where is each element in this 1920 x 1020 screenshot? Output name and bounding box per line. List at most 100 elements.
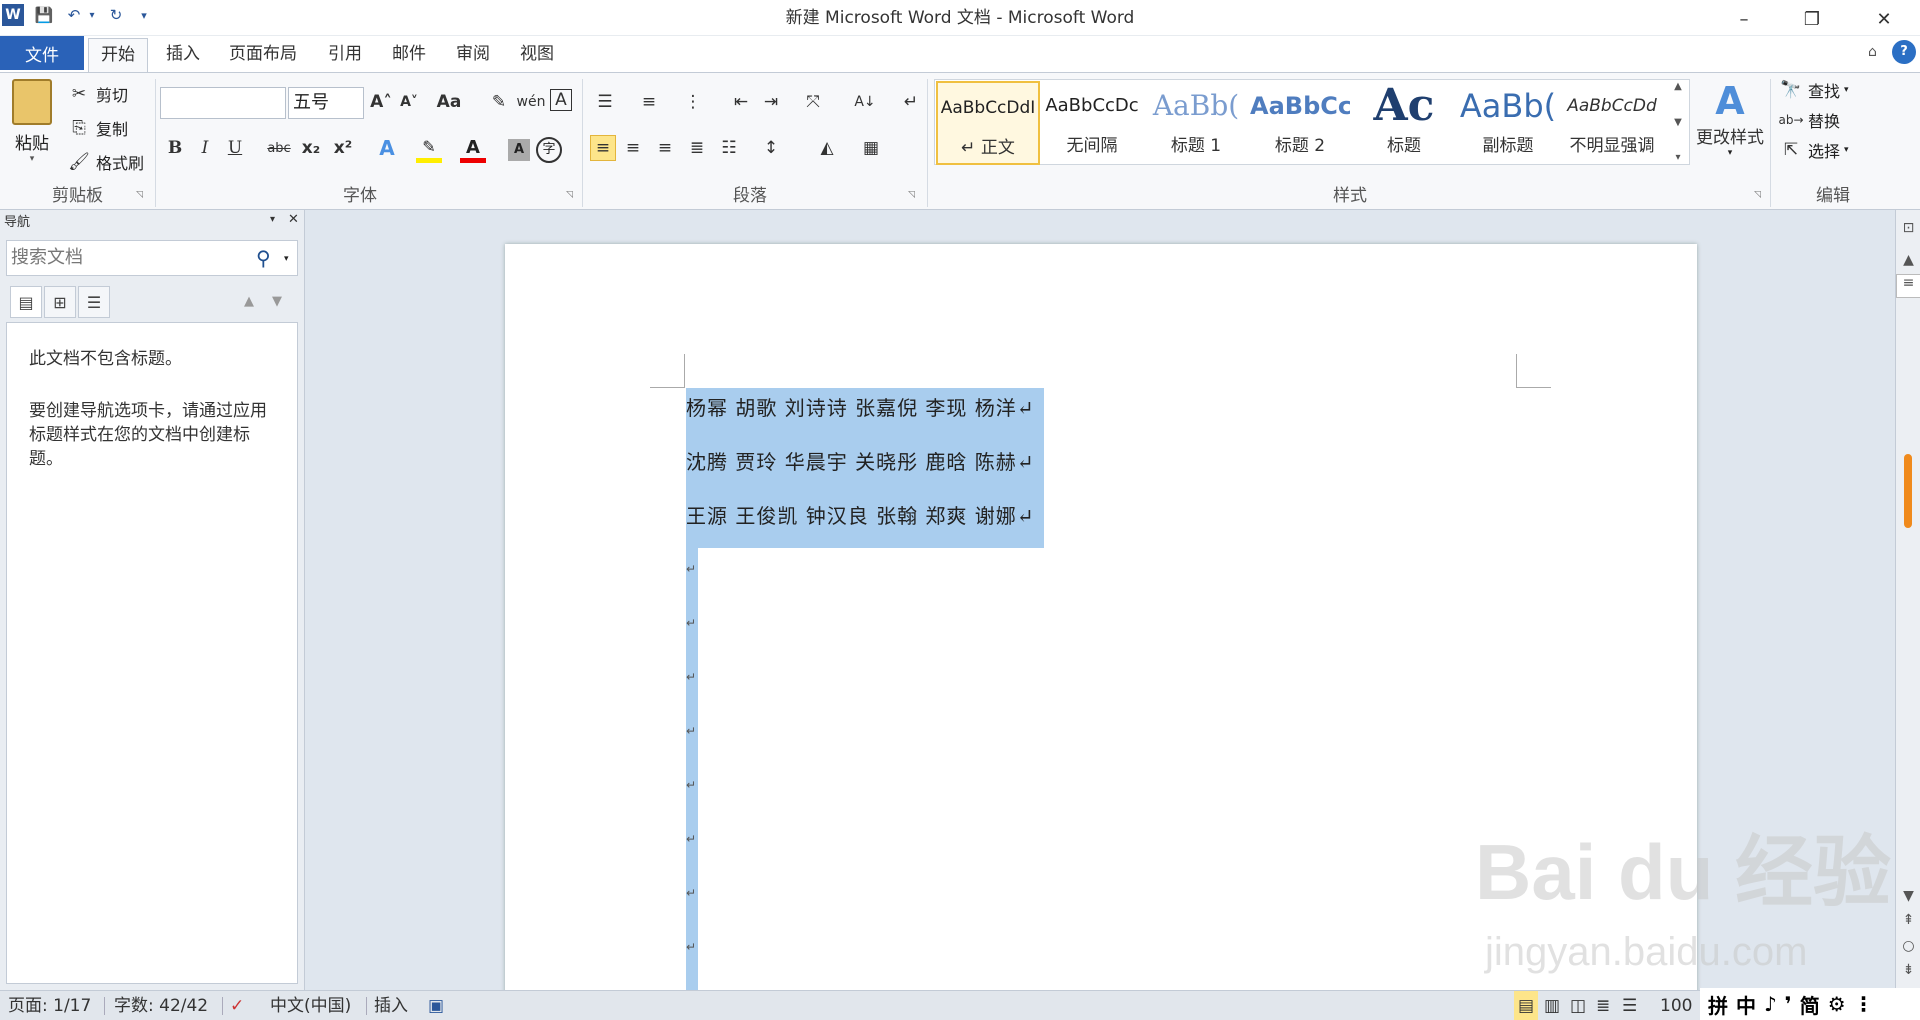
sort-icon[interactable]: A↓ — [852, 89, 878, 115]
style-normal[interactable]: AaBbCcDdI ↵ 正文 — [936, 81, 1040, 165]
line-spacing-icon[interactable]: ↕ — [758, 135, 784, 161]
browse-pages-tab[interactable]: ⊞ — [44, 286, 76, 318]
increase-indent-icon[interactable]: ⇥ — [758, 89, 784, 115]
minimize-ribbon-icon[interactable]: ⌂ — [1868, 44, 1877, 60]
superscript-button[interactable]: x² — [330, 135, 356, 161]
nav-close-icon[interactable]: ✕ — [288, 212, 299, 227]
borders-icon[interactable]: ▦ — [858, 135, 884, 161]
change-styles-button[interactable]: A 更改样式 ▾ — [1692, 79, 1768, 175]
text-effects-icon[interactable]: A — [374, 135, 400, 161]
find-button[interactable]: 🔭 查找 ▾ — [1778, 77, 1848, 103]
decrease-indent-icon[interactable]: ⇤ — [728, 89, 754, 115]
restore-button[interactable]: ❐ — [1784, 0, 1840, 38]
ime-settings-icon[interactable]: ⚙ — [1828, 992, 1846, 1016]
ime-more-icon[interactable]: ⋮ — [1854, 992, 1874, 1016]
customize-quick-access-icon[interactable]: ▾ — [132, 3, 156, 27]
paragraph-launcher-icon[interactable]: ◹ — [908, 190, 915, 200]
char-shading-icon[interactable]: A — [508, 139, 530, 161]
copy-button[interactable]: ⎘ 复制 — [66, 115, 128, 141]
tab-insert[interactable]: 插入 — [154, 38, 212, 72]
style-heading-1[interactable]: AaBb( 标题 1 — [1144, 81, 1248, 165]
strikethrough-button[interactable]: abc — [266, 135, 292, 161]
ime-punctuation-icon[interactable]: ♪ — [1764, 992, 1777, 1016]
scroll-up-icon[interactable]: ▲ — [1896, 252, 1920, 268]
document-paragraph[interactable]: 王源 王俊凯 钟汉良 张翰 郑爽 谢娜↵ — [686, 500, 1035, 529]
tab-references[interactable]: 引用 — [316, 38, 374, 72]
vertical-scrollbar[interactable]: ⊡ ▲ ≡ ▼ ⇞ ○ ⇟ — [1895, 210, 1920, 990]
styles-launcher-icon[interactable]: ◹ — [1754, 190, 1761, 200]
browse-headings-tab[interactable]: ▤ — [10, 286, 42, 318]
draft-view-icon[interactable]: ☰ — [1622, 991, 1637, 1020]
enclose-char-icon[interactable]: 字 — [536, 137, 562, 163]
shrink-font-icon[interactable]: A˅ — [396, 89, 422, 115]
page-count[interactable]: 页面: 1/17 — [8, 991, 91, 1020]
font-size-combo[interactable]: 五号 — [288, 87, 364, 119]
font-launcher-icon[interactable]: ◹ — [566, 190, 573, 200]
nav-search-input[interactable]: 搜索文档 — [6, 240, 298, 276]
zoom-level[interactable]: 100 — [1660, 991, 1692, 1020]
align-center-icon[interactable]: ≡ — [620, 135, 646, 161]
bold-button[interactable]: B — [162, 135, 188, 161]
style-title[interactable]: Ac 标题 — [1352, 81, 1456, 165]
search-dropdown-icon[interactable]: ▾ — [284, 254, 289, 264]
tab-view[interactable]: 视图 — [508, 38, 566, 72]
change-case-icon[interactable]: Aa — [436, 89, 462, 115]
numbering-icon[interactable]: ≡ — [636, 89, 662, 115]
web-layout-icon[interactable]: ◫ — [1570, 991, 1586, 1020]
minimize-button[interactable]: – — [1716, 0, 1772, 38]
font-name-combo[interactable] — [160, 87, 286, 119]
full-screen-reading-icon[interactable]: ▥ — [1544, 991, 1560, 1020]
previous-page-icon[interactable]: ⇞ — [1896, 912, 1920, 928]
align-right-icon[interactable]: ≡ — [652, 135, 678, 161]
ruler-toggle-icon[interactable]: ⊡ — [1896, 220, 1920, 236]
subscript-button[interactable]: x₂ — [298, 135, 324, 161]
style-subtle-emphasis[interactable]: AaBbCcDd 不明显强调 — [1560, 81, 1664, 165]
style-subtitle[interactable]: AaBb( 副标题 — [1456, 81, 1560, 165]
distributed-icon[interactable]: ☷ — [716, 135, 742, 161]
undo-dropdown-icon[interactable]: ▾ — [86, 3, 98, 27]
style-no-spacing[interactable]: AaBbCcDc 无间隔 — [1040, 81, 1144, 165]
ime-pinyin[interactable]: 拼 — [1708, 990, 1728, 1019]
ime-symbol-icon[interactable]: ❜ — [1785, 992, 1792, 1016]
print-layout-icon[interactable]: ▤ — [1514, 991, 1539, 1020]
tab-file[interactable]: 文件 — [0, 36, 84, 70]
help-icon[interactable]: ? — [1892, 40, 1916, 64]
style-heading-2[interactable]: AaBbCc 标题 2 — [1248, 81, 1352, 165]
styles-scroll[interactable]: ▲ ▼ ▾ — [1668, 81, 1688, 163]
bullets-icon[interactable]: ☰ — [592, 89, 618, 115]
format-painter-button[interactable]: 🖌 格式刷 — [66, 149, 144, 175]
proofing-icon[interactable]: ✓ — [230, 991, 244, 1020]
next-icon[interactable]: ▼ — [272, 294, 282, 309]
font-color-icon[interactable]: A — [460, 137, 486, 163]
clear-format-icon[interactable]: ✎ — [486, 89, 512, 115]
insert-mode[interactable]: 插入 — [374, 991, 408, 1020]
scroll-down-icon[interactable]: ▼ — [1896, 888, 1920, 904]
outline-view-icon[interactable]: ≣ — [1596, 991, 1610, 1020]
scroll-up-icon[interactable]: ▲ — [1674, 81, 1682, 92]
clipboard-launcher-icon[interactable]: ◹ — [136, 190, 143, 200]
close-button[interactable]: ✕ — [1856, 0, 1912, 38]
redo-icon[interactable]: ↻ — [104, 3, 128, 27]
char-border-icon[interactable]: A — [550, 89, 572, 111]
grow-font-icon[interactable]: A˄ — [368, 89, 394, 115]
chinese-layout-icon[interactable]: ⤧ — [800, 89, 826, 115]
tab-page-layout[interactable]: 页面布局 — [217, 38, 309, 72]
previous-icon[interactable]: ▲ — [244, 294, 254, 309]
ime-chinese-mode[interactable]: 中 — [1736, 990, 1756, 1019]
paste-dropdown-icon[interactable]: ▾ — [30, 154, 35, 164]
document-paragraph[interactable]: 杨幂 胡歌 刘诗诗 张嘉倪 李现 杨洋↵ — [686, 392, 1035, 421]
select-browse-object-icon[interactable]: ○ — [1896, 938, 1920, 954]
undo-icon[interactable]: ↶ — [62, 3, 86, 27]
nav-options-icon[interactable]: ▾ — [270, 214, 275, 225]
scroll-down-icon[interactable]: ▼ — [1674, 117, 1682, 128]
phonetic-guide-icon[interactable]: wén — [517, 89, 546, 115]
macro-record-icon[interactable]: ▣ — [428, 991, 444, 1020]
underline-button[interactable]: U — [222, 135, 248, 161]
highlight-icon[interactable]: ✎ — [416, 137, 442, 163]
search-icon[interactable]: ⚲ — [256, 246, 271, 270]
show-formatting-icon[interactable]: ↵ — [898, 89, 924, 115]
document-paragraph[interactable]: 沈腾 贾玲 华晨宇 关晓彤 鹿晗 陈赫↵ — [686, 446, 1035, 475]
tab-home[interactable]: 开始 — [88, 38, 148, 72]
cut-button[interactable]: ✂ 剪切 — [66, 81, 128, 107]
next-page-icon[interactable]: ⇟ — [1896, 962, 1920, 978]
